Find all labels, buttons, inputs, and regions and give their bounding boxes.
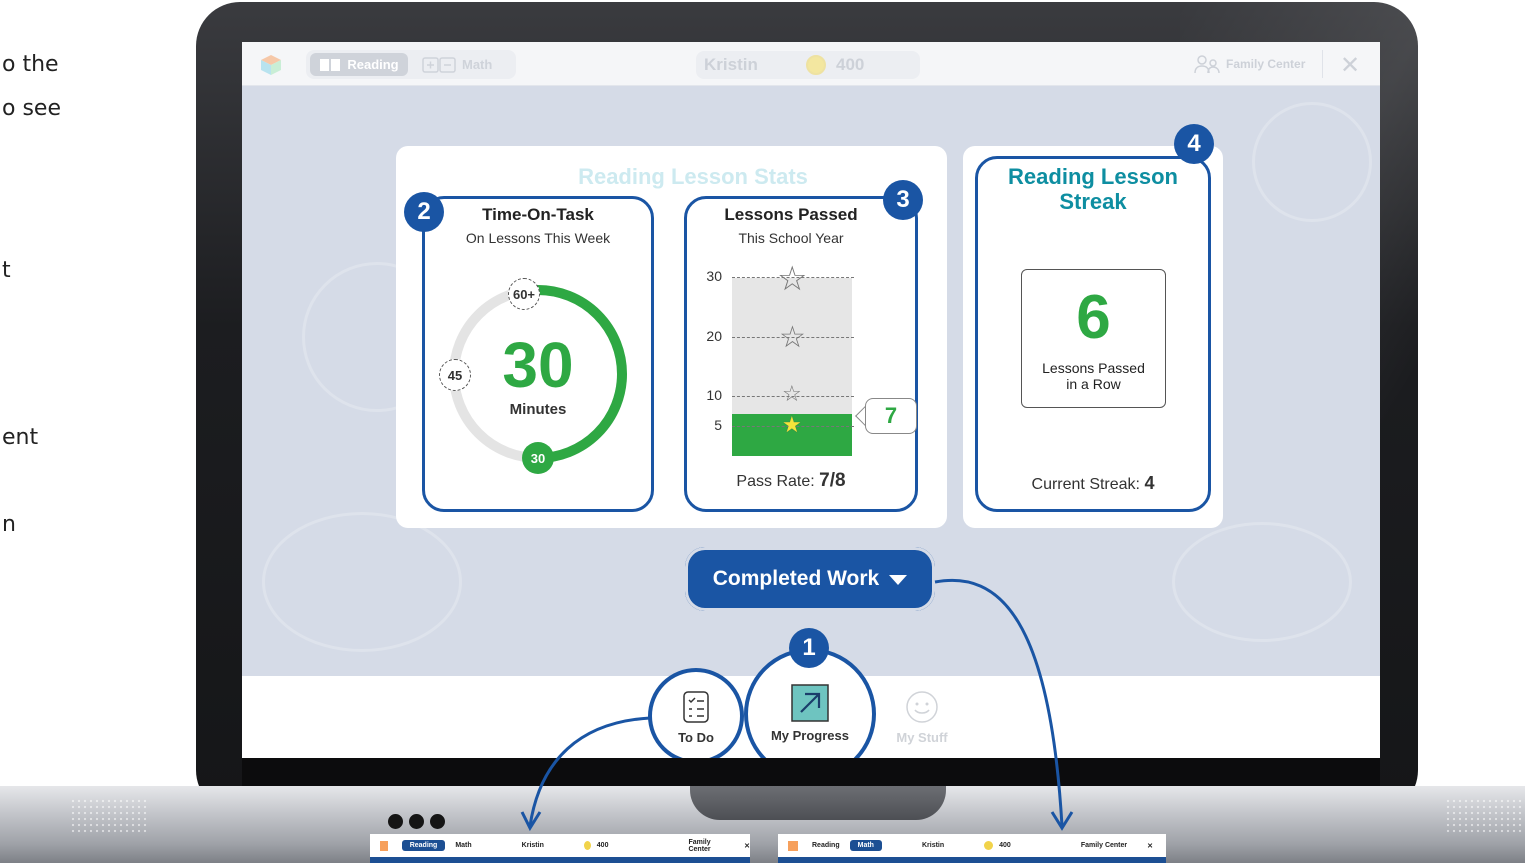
star-outline-icon: ☆ xyxy=(779,320,806,355)
caption-fragment: n xyxy=(2,512,16,537)
window-dots xyxy=(388,814,445,829)
thumb-coins: 400 xyxy=(999,842,1011,849)
user-pill: Kristin 400 xyxy=(696,51,920,79)
nav-my-progress[interactable]: My Progress xyxy=(760,684,860,743)
family-center-button[interactable]: Family Center xyxy=(1194,54,1305,74)
thumb-family: Family Center xyxy=(1080,842,1128,849)
lessons-passed-subtitle: This School Year xyxy=(738,230,844,246)
pass-rate-value: 7/8 xyxy=(819,470,846,491)
dial-label-60: 60+ xyxy=(508,278,540,310)
logo-icon[interactable] xyxy=(260,54,282,76)
lessons-passed-value: 7 xyxy=(865,398,917,434)
chevron-down-icon xyxy=(889,575,908,585)
thumb-logo-icon xyxy=(380,840,388,851)
streak-title: Reading Lesson Streak xyxy=(988,164,1198,214)
tab-math-label: Math xyxy=(462,57,493,72)
thumb-coin-icon xyxy=(583,841,591,850)
thumb-family: Family Center xyxy=(688,838,711,853)
thumb-coin-icon xyxy=(984,841,994,850)
nav-my-progress-label: My Progress xyxy=(770,728,850,743)
smiley-icon xyxy=(906,691,938,723)
laptop-notch xyxy=(690,786,946,820)
time-on-task-title: Time-On-Task xyxy=(482,205,594,224)
dial-label-30: 30 xyxy=(522,442,554,474)
streak-title-line1: Reading Lesson xyxy=(1008,164,1178,189)
pass-rate-label: Pass Rate: xyxy=(736,473,815,490)
nav-my-stuff[interactable]: My Stuff xyxy=(892,690,952,745)
thumb-close-icon: ✕ xyxy=(1147,842,1153,850)
math-icon xyxy=(422,56,456,73)
current-streak-label: Current Streak: xyxy=(1031,476,1140,493)
thumb-tab-reading: Reading xyxy=(401,840,446,851)
close-icon[interactable]: ✕ xyxy=(1340,51,1360,79)
thumb-tab-reading: Reading xyxy=(812,842,840,849)
book-icon xyxy=(320,58,341,71)
step-badge-4: 4 xyxy=(1174,124,1214,164)
star-filled-icon: ★ xyxy=(782,413,802,438)
family-center-label: Family Center xyxy=(1226,57,1306,71)
speaker-grille xyxy=(70,798,150,836)
completed-work-button[interactable]: Completed Work xyxy=(685,547,935,611)
caption-fragment: o the xyxy=(2,52,59,77)
checklist-icon xyxy=(683,691,709,723)
current-streak: Current Streak: 4 xyxy=(988,473,1198,494)
progress-arrow-icon xyxy=(791,684,829,722)
thumb-user: Kristin xyxy=(921,842,945,849)
tick-20: 20 xyxy=(706,328,722,344)
thumbnail-completed: Reading Math Kristin 400 Family Center ✕ xyxy=(778,834,1166,863)
tick-30: 30 xyxy=(706,268,722,284)
time-on-task-subtitle: On Lessons This Week xyxy=(465,230,611,246)
thumb-tab-math: Math xyxy=(455,842,472,849)
speaker-grille xyxy=(1445,798,1525,836)
star-outline-icon: ☆ xyxy=(777,259,808,299)
thumb-user: Kristin xyxy=(521,842,544,849)
streak-title-line2: Streak xyxy=(1059,189,1127,214)
streak-caption-line2: in a Row xyxy=(1066,376,1121,392)
tick-10: 10 xyxy=(706,387,722,403)
caption-fragment: ent xyxy=(2,425,39,450)
background-doodle xyxy=(1172,522,1352,642)
thumb-coins: 400 xyxy=(596,842,609,849)
star-outline-icon: ☆ xyxy=(782,382,802,407)
streak-value-caption: Lessons Passed in a Row xyxy=(1021,360,1166,392)
thumb-tab-math: Math xyxy=(849,840,882,851)
completed-work-label: Completed Work xyxy=(712,567,880,590)
current-streak-value: 4 xyxy=(1144,473,1155,493)
thumbnail-todo: Reading Math Kristin 400 Family Center ✕ xyxy=(370,834,750,863)
tab-reading-label: Reading xyxy=(347,57,399,72)
tab-reading[interactable]: Reading xyxy=(310,53,408,76)
background-doodle xyxy=(1252,102,1372,222)
background-doodle xyxy=(262,512,462,652)
lessons-passed-title: Lessons Passed xyxy=(724,205,858,224)
streak-caption-line1: Lessons Passed xyxy=(1042,360,1145,376)
app-screen: Reading Math Kristin 400 Family Center ✕… xyxy=(242,42,1380,758)
streak-value: 6 xyxy=(1076,283,1111,352)
time-unit: Minutes xyxy=(509,401,567,418)
caption-fragment: t xyxy=(2,258,11,283)
nav-todo-label: To Do xyxy=(678,730,714,745)
tab-math[interactable]: Math xyxy=(418,53,508,76)
pass-rate: Pass Rate: 7/8 xyxy=(686,470,896,492)
thumb-logo-icon xyxy=(788,840,798,851)
coin-count: 400 xyxy=(836,55,865,74)
nav-my-stuff-label: My Stuff xyxy=(896,730,948,745)
caption-fragment: o see xyxy=(2,96,61,121)
time-value: 30 xyxy=(502,329,574,401)
user-name: Kristin xyxy=(704,55,758,74)
step-badge-1: 1 xyxy=(789,628,829,668)
coin-icon xyxy=(806,55,826,75)
thumb-close-icon: ✕ xyxy=(744,842,750,850)
nav-todo[interactable]: To Do xyxy=(666,690,726,745)
top-bar: Reading Math Kristin 400 Family Center ✕ xyxy=(242,42,1380,86)
tick-5: 5 xyxy=(714,417,722,433)
divider xyxy=(1322,50,1323,78)
family-icon xyxy=(1194,55,1220,74)
